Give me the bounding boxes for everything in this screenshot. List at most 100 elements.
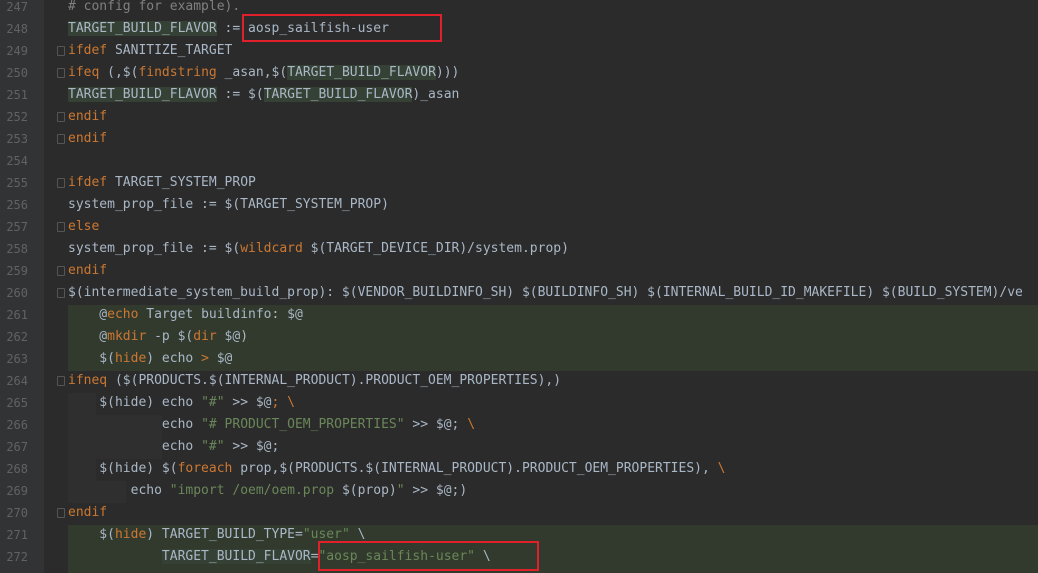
line-number: 247 (6, 0, 28, 14)
code-text: echo "import /oem/oem.prop $(prop)" >> $… (68, 480, 468, 502)
code-token: $(hide) echo (68, 395, 202, 410)
code-line[interactable]: 269 echo "import /oem/oem.prop $(prop)" … (0, 480, 1038, 502)
code-token: ifneq (68, 373, 108, 388)
line-number: 256 (6, 198, 28, 212)
code-text: # config for example). (68, 0, 240, 18)
fold-marker-icon[interactable] (57, 134, 65, 144)
code-token: "user" (302, 527, 350, 542)
code-token: else (68, 219, 100, 234)
line-number: 268 (6, 462, 28, 476)
code-token: >> $@;) (404, 483, 468, 498)
code-line[interactable]: 258 system_prop_file := $(wildcard $(TARG… (0, 238, 1038, 260)
code-token: $( (68, 527, 115, 542)
code-token: TARGET_BUILD_FLAVOR (68, 21, 217, 36)
code-text: endif (68, 260, 107, 282)
code-line[interactable]: 254 (0, 150, 1038, 172)
line-number: 255 (6, 176, 28, 190)
code-line[interactable]: 263 $(hide) echo > $@ (0, 348, 1038, 370)
code-token: echo (68, 417, 202, 432)
line-number: 248 (6, 22, 28, 36)
fold-marker-icon[interactable] (57, 508, 65, 518)
code-token: endif (68, 109, 108, 124)
line-number: 257 (6, 220, 28, 234)
code-line[interactable]: 257 else (0, 216, 1038, 238)
line-number: 265 (6, 396, 28, 410)
code-line[interactable]: 252 endif (0, 106, 1038, 128)
code-token: echo (107, 307, 139, 322)
code-text: @mkdir -p $(dir $@) (68, 326, 248, 348)
line-number: 253 (6, 132, 28, 146)
code-line[interactable]: 256 system_prop_file := $(TARGET_SYSTEM_P… (0, 194, 1038, 216)
code-token: TARGET_BUILD_FLAVOR (287, 65, 436, 80)
code-line[interactable]: 270 endif (0, 502, 1038, 524)
code-token: $@ (208, 351, 233, 366)
code-line[interactable]: 250 ifeq (,$(findstring _asan,$(TARGET_BU… (0, 62, 1038, 84)
code-token: ) TARGET_BUILD_TYPE= (146, 527, 303, 542)
code-token: -p $( (146, 329, 194, 344)
code-text: @echo Target buildinfo: $@ (68, 304, 303, 326)
line-number: 254 (6, 154, 28, 168)
code-line[interactable]: 261 @echo Target buildinfo: $@ (0, 304, 1038, 326)
code-text: endif (68, 128, 107, 150)
code-token: >> (224, 395, 256, 410)
code-line[interactable]: 264 ifneq ($(PRODUCTS.$(INTERNAL_PRODUCT)… (0, 370, 1038, 392)
code-line[interactable]: 255 ifdef TARGET_SYSTEM_PROP (0, 172, 1038, 194)
code-token: " (396, 483, 405, 498)
code-line[interactable]: 247 # config for example). (0, 0, 1038, 18)
code-token: "#" (201, 439, 225, 454)
line-number: 260 (6, 286, 28, 300)
line-number: 258 (6, 242, 28, 256)
code-token: findstring (138, 65, 217, 80)
code-token: $@) (216, 329, 249, 344)
code-text: else (68, 216, 99, 238)
code-token: ($(PRODUCTS.$(INTERNAL_PRODUCT).PRODUCT_… (107, 373, 562, 388)
line-number: 272 (6, 550, 28, 564)
fold-marker-icon[interactable] (57, 68, 65, 78)
line-number: 259 (6, 264, 28, 278)
code-line[interactable]: 265 $(hide) echo "#" >> $@; \ (0, 392, 1038, 414)
code-token: $(TARGET_DEVICE_DIR)/system.prop) (302, 241, 569, 256)
fold-marker-icon[interactable] (57, 222, 65, 232)
fold-marker-icon[interactable] (57, 46, 65, 56)
line-number: 251 (6, 88, 28, 102)
code-text: system_prop_file := $(TARGET_SYSTEM_PROP… (68, 194, 389, 216)
code-text: ifdef SANITIZE_TARGET (68, 40, 232, 62)
code-text: $(hide) echo > $@ (68, 348, 232, 370)
code-line[interactable]: 266 echo "# PRODUCT_OEM_PROPERTIES" >> $… (0, 414, 1038, 436)
code-text: echo "# PRODUCT_OEM_PROPERTIES" >> $@; \ (68, 414, 475, 436)
code-line[interactable]: 251 TARGET_BUILD_FLAVOR := $(TARGET_BUILD… (0, 84, 1038, 106)
code-token: SANITIZE_TARGET (107, 43, 233, 58)
fold-marker-icon[interactable] (57, 376, 65, 386)
line-number: 263 (6, 352, 28, 366)
code-line[interactable]: 260 $(intermediate_system_build_prop): $(… (0, 282, 1038, 304)
code-token: )_asan (412, 87, 460, 102)
code-line[interactable]: 268 $(hide) $(foreach prop,$(PRODUCTS.$(… (0, 458, 1038, 480)
annotation-box-flavor-value (242, 14, 442, 42)
code-token: prop,$(PRODUCTS.$(INTERNAL_PRODUCT).PROD… (232, 461, 718, 476)
line-number: 267 (6, 440, 28, 454)
code-line[interactable]: 253 endif (0, 128, 1038, 150)
code-editor[interactable]: 247 # config for example). 248 TARGET_BUILD… (0, 0, 1038, 573)
line-number: 261 (6, 308, 28, 322)
code-line[interactable]: 267 echo "#" >> $@; (0, 436, 1038, 458)
code-token: $( (68, 351, 115, 366)
code-line[interactable]: 262 @mkdir -p $(dir $@) (0, 326, 1038, 348)
line-number: 269 (6, 484, 28, 498)
code-token: $(intermediate_system_build_prop): $(VEN… (68, 285, 1023, 300)
code-token: Target buildinfo: $@ (138, 307, 303, 322)
code-line[interactable]: 249 ifdef SANITIZE_TARGET (0, 40, 1038, 62)
fold-marker-icon[interactable] (57, 266, 65, 276)
code-line[interactable]: 259 endif (0, 260, 1038, 282)
code-text: $(intermediate_system_build_prop): $(VEN… (68, 282, 1023, 304)
code-token: TARGET_SYSTEM_PROP (107, 175, 256, 190)
code-token: \ (349, 527, 366, 542)
fold-marker-icon[interactable] (57, 178, 65, 188)
code-token: echo (68, 439, 202, 454)
code-text: $(hide) $(foreach prop,$(PRODUCTS.$(INTE… (68, 458, 725, 480)
code-text: system_prop_file := $(wildcard $(TARGET_… (68, 238, 569, 260)
line-number: 266 (6, 418, 28, 432)
code-line[interactable]: 248 TARGET_BUILD_FLAVOR := aosp_sailfish-… (0, 18, 1038, 40)
fold-marker-icon[interactable] (57, 288, 65, 298)
fold-marker-icon[interactable] (57, 112, 65, 122)
